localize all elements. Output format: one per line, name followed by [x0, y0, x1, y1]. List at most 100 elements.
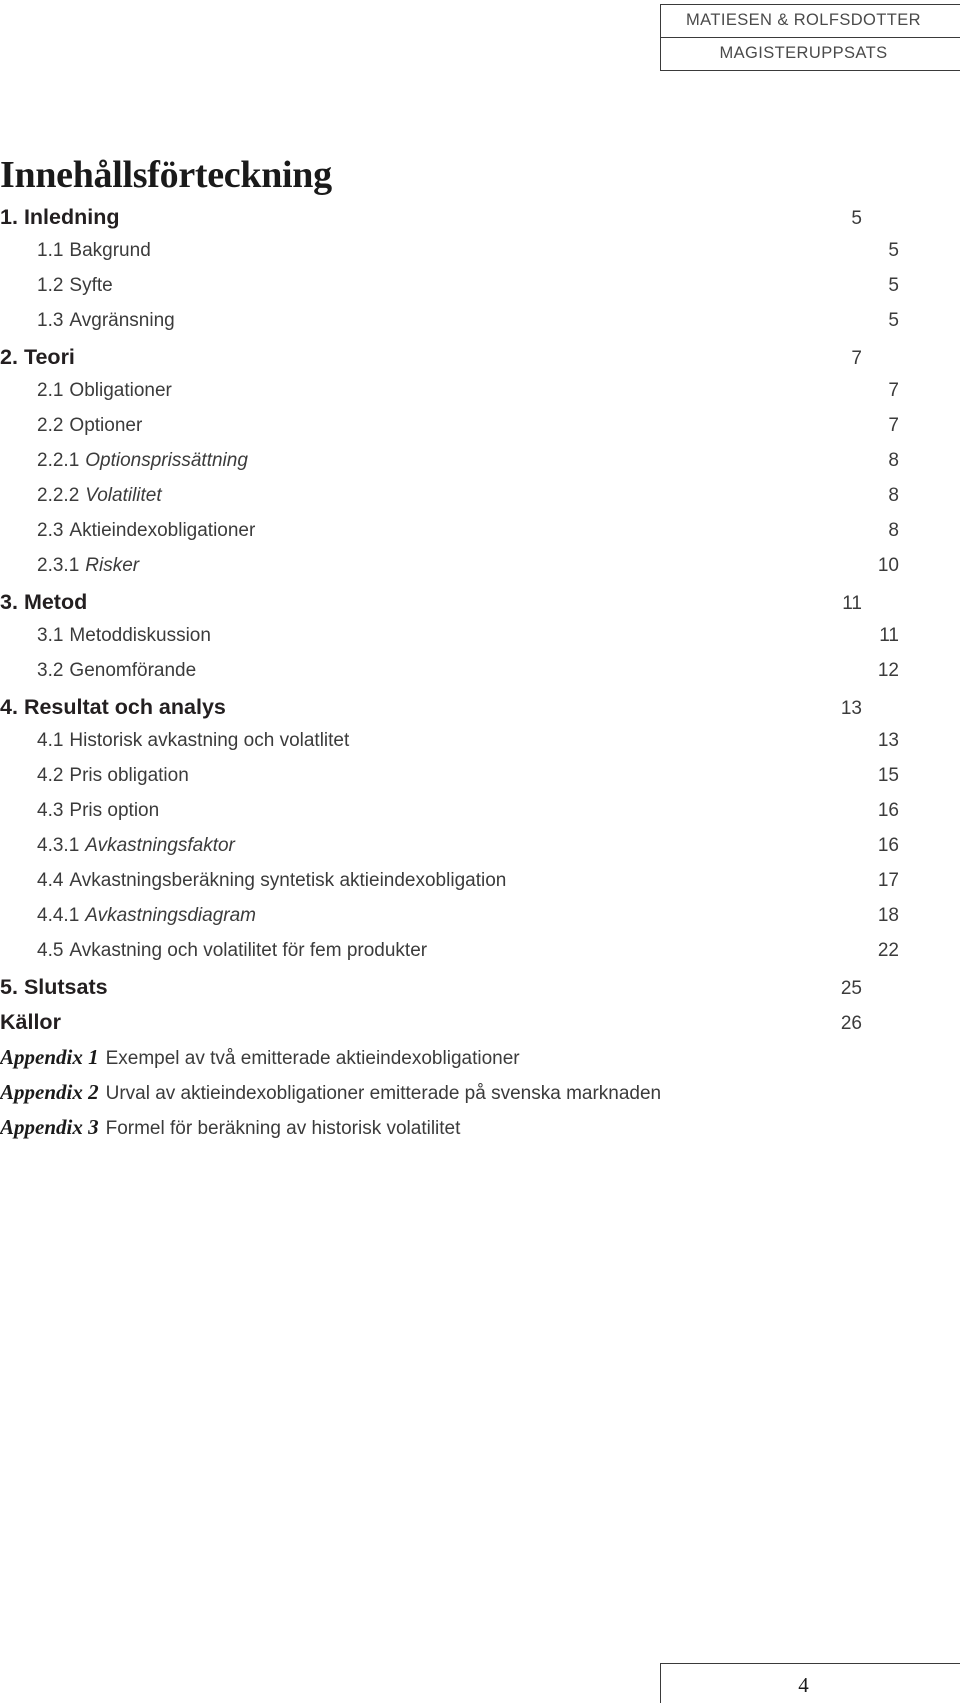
- toc-entry[interactable]: Källor 26: [0, 1010, 862, 1045]
- toc-entry-page-number: 8: [888, 450, 899, 471]
- toc-entry-label: 2.1 Obligationer: [37, 380, 888, 402]
- appendix-label: Appendix 2: [0, 1080, 99, 1104]
- toc-entry-label: 4.1 Historisk avkastning och volatlitet: [37, 730, 878, 752]
- toc-entry-page-number: 12: [877, 660, 899, 681]
- toc-entry-label: 4. Resultat och analys: [0, 695, 841, 720]
- toc-entry-title: Historisk avkastning och volatlitet: [69, 730, 350, 751]
- toc-entry-number: 3.1: [37, 625, 64, 646]
- toc-entry-title: Resultat och analys: [23, 695, 226, 719]
- toc-entry-label: 4.4 Avkastningsberäkning syntetisk aktiei…: [37, 870, 878, 892]
- toc-entry-title: Inledning: [23, 205, 120, 229]
- toc-entry-page-number: 16: [877, 800, 899, 821]
- toc-entry[interactable]: 2.2.1 Optionsprissättning 8: [0, 450, 899, 485]
- toc-entry-number: 2.1: [37, 380, 64, 401]
- toc-entry-page-number: 7: [851, 348, 862, 369]
- toc-entry-page-number: 15: [877, 765, 899, 786]
- toc-entry-number: 4.2: [37, 765, 64, 786]
- appendix-entry[interactable]: Appendix 3 Formel för beräkning av histor…: [0, 1115, 862, 1150]
- document-header-box: MATIESEN & ROLFSDOTTER MAGISTERUPPSATS: [660, 4, 960, 71]
- toc-entry[interactable]: 1.3 Avgränsning 5: [0, 310, 899, 345]
- toc-entry-number: 1.: [0, 205, 18, 229]
- toc-entry-title: Optioner: [69, 415, 143, 436]
- toc-entry[interactable]: 1.1 Bakgrund 5: [0, 240, 899, 275]
- toc-entry-title: Metoddiskussion: [69, 625, 211, 646]
- appendix-entry[interactable]: Appendix 2 Urval av aktieindexobligatione…: [0, 1080, 862, 1115]
- toc-entry-page-number: 26: [840, 1013, 862, 1034]
- toc-entry-title: Volatilitet: [85, 485, 162, 506]
- toc-entry-label: 4.2 Pris obligation: [37, 765, 878, 787]
- toc-entry-page-number: 5: [851, 208, 862, 229]
- toc-entry[interactable]: 2. Teori 7: [0, 345, 862, 380]
- toc-entry-number: 2.3.1: [37, 555, 80, 576]
- table-of-contents: 1. Inledning 5 1.1 Bakgrund 5 1.2 Syfte 5 1.3 Avgr…: [0, 205, 899, 1150]
- toc-entry[interactable]: 2.2 Optioner 7: [0, 415, 899, 450]
- toc-entry-page-number: 17: [877, 870, 899, 891]
- toc-entry-number: 2.2.1: [37, 450, 80, 471]
- appendix-entry[interactable]: Appendix 1 Exempel av två emitterade akti…: [0, 1045, 862, 1080]
- toc-entry-page-number: 7: [888, 415, 899, 436]
- toc-entry-page-number: 18: [877, 905, 899, 926]
- toc-entry-title: Optionsprissättning: [85, 450, 248, 471]
- toc-entry[interactable]: 4.1 Historisk avkastning och volatlitet 13: [0, 730, 899, 765]
- appendix-description: Exempel av två emitterade aktieindexobli…: [105, 1048, 520, 1069]
- toc-entry[interactable]: 4.2 Pris obligation 15: [0, 765, 899, 800]
- toc-entry-label: 1. Inledning: [0, 205, 851, 230]
- toc-entry-number: 4.1: [37, 730, 64, 751]
- toc-entry[interactable]: 1.2 Syfte 5: [0, 275, 899, 310]
- toc-entry[interactable]: 3.2 Genomförande 12: [0, 660, 899, 695]
- toc-entry[interactable]: 4.3.1 Avkastningsfaktor 16: [0, 835, 899, 870]
- toc-entry-title: Metod: [23, 590, 88, 614]
- toc-entry-title: Avkastning och volatilitet för fem produ…: [69, 940, 428, 961]
- toc-entry-number: 1.1: [37, 240, 64, 261]
- toc-entry-label: 4.3 Pris option: [37, 800, 878, 822]
- toc-entry-label: Källor: [0, 1010, 841, 1035]
- toc-entry-number: 2.2: [37, 415, 64, 436]
- toc-entry-page-number: 7: [888, 380, 899, 401]
- toc-entry[interactable]: 2.3 Aktieindexobligationer 8: [0, 520, 899, 555]
- footer-page-number: 4: [798, 1673, 809, 1697]
- toc-entry-page-number: 8: [888, 520, 899, 541]
- toc-entry[interactable]: 4.4 Avkastningsberäkning syntetisk aktiei…: [0, 870, 899, 905]
- toc-entry-page-number: 10: [877, 555, 899, 576]
- toc-entry[interactable]: 1. Inledning 5: [0, 205, 862, 240]
- toc-entry-title: Avgränsning: [69, 310, 175, 331]
- toc-entry-title: Källor: [0, 1010, 61, 1034]
- toc-entry[interactable]: 5. Slutsats 25: [0, 975, 862, 1010]
- toc-entry-number: 3.2: [37, 660, 64, 681]
- toc-entry-label: 3.2 Genomförande: [37, 660, 878, 682]
- toc-entry-number: 4.3.1: [37, 835, 80, 856]
- toc-entry[interactable]: 3. Metod 11: [0, 590, 862, 625]
- toc-entry-page-number: 11: [879, 625, 899, 646]
- toc-entry-label: 5. Slutsats: [0, 975, 841, 1000]
- toc-entry-page-number: 5: [888, 310, 899, 331]
- toc-entry-label: 1.3 Avgränsning: [37, 310, 888, 332]
- toc-entry-label: 4.4.1 Avkastningsdiagram: [37, 905, 878, 927]
- toc-entry[interactable]: 4.3 Pris option 16: [0, 800, 899, 835]
- header-document-type: MAGISTERUPPSATS: [719, 44, 888, 62]
- toc-entry-page-number: 11: [842, 593, 862, 614]
- toc-entry[interactable]: 4. Resultat och analys 13: [0, 695, 862, 730]
- toc-entry-title: Slutsats: [23, 975, 108, 999]
- toc-entry[interactable]: 2.2.2 Volatilitet 8: [0, 485, 899, 520]
- toc-entry[interactable]: 2.1 Obligationer 7: [0, 380, 899, 415]
- toc-entry-page-number: 8: [888, 485, 899, 506]
- toc-entry-label: 4.3.1 Avkastningsfaktor: [37, 835, 878, 857]
- toc-entry-label: 1.1 Bakgrund: [37, 240, 888, 262]
- toc-entry-label: 1.2 Syfte: [37, 275, 888, 297]
- toc-entry[interactable]: 4.5 Avkastning och volatilitet för fem pr…: [0, 940, 899, 975]
- toc-entry-title: Genomförande: [69, 660, 197, 681]
- appendix-label: Appendix 1: [0, 1045, 99, 1069]
- toc-entry-label: 2.2.2 Volatilitet: [37, 485, 888, 507]
- toc-entry-page-number: 5: [888, 275, 899, 296]
- toc-entry-number: 4.4.1: [37, 905, 80, 926]
- appendix-description: Urval av aktieindexobligationer emittera…: [105, 1083, 662, 1104]
- toc-entry[interactable]: 4.4.1 Avkastningsdiagram 18: [0, 905, 899, 940]
- toc-entry[interactable]: 2.3.1 Risker 10: [0, 555, 899, 590]
- toc-entry-number: 4.4: [37, 870, 64, 891]
- toc-entry[interactable]: 3.1 Metoddiskussion 11: [0, 625, 899, 660]
- toc-entry-page-number: 13: [877, 730, 899, 751]
- toc-entry-number: 4.3: [37, 800, 64, 821]
- toc-entry-label: 2. Teori: [0, 345, 851, 370]
- toc-entry-label: 2.3 Aktieindexobligationer: [37, 520, 888, 542]
- toc-entry-number: 4.5: [37, 940, 64, 961]
